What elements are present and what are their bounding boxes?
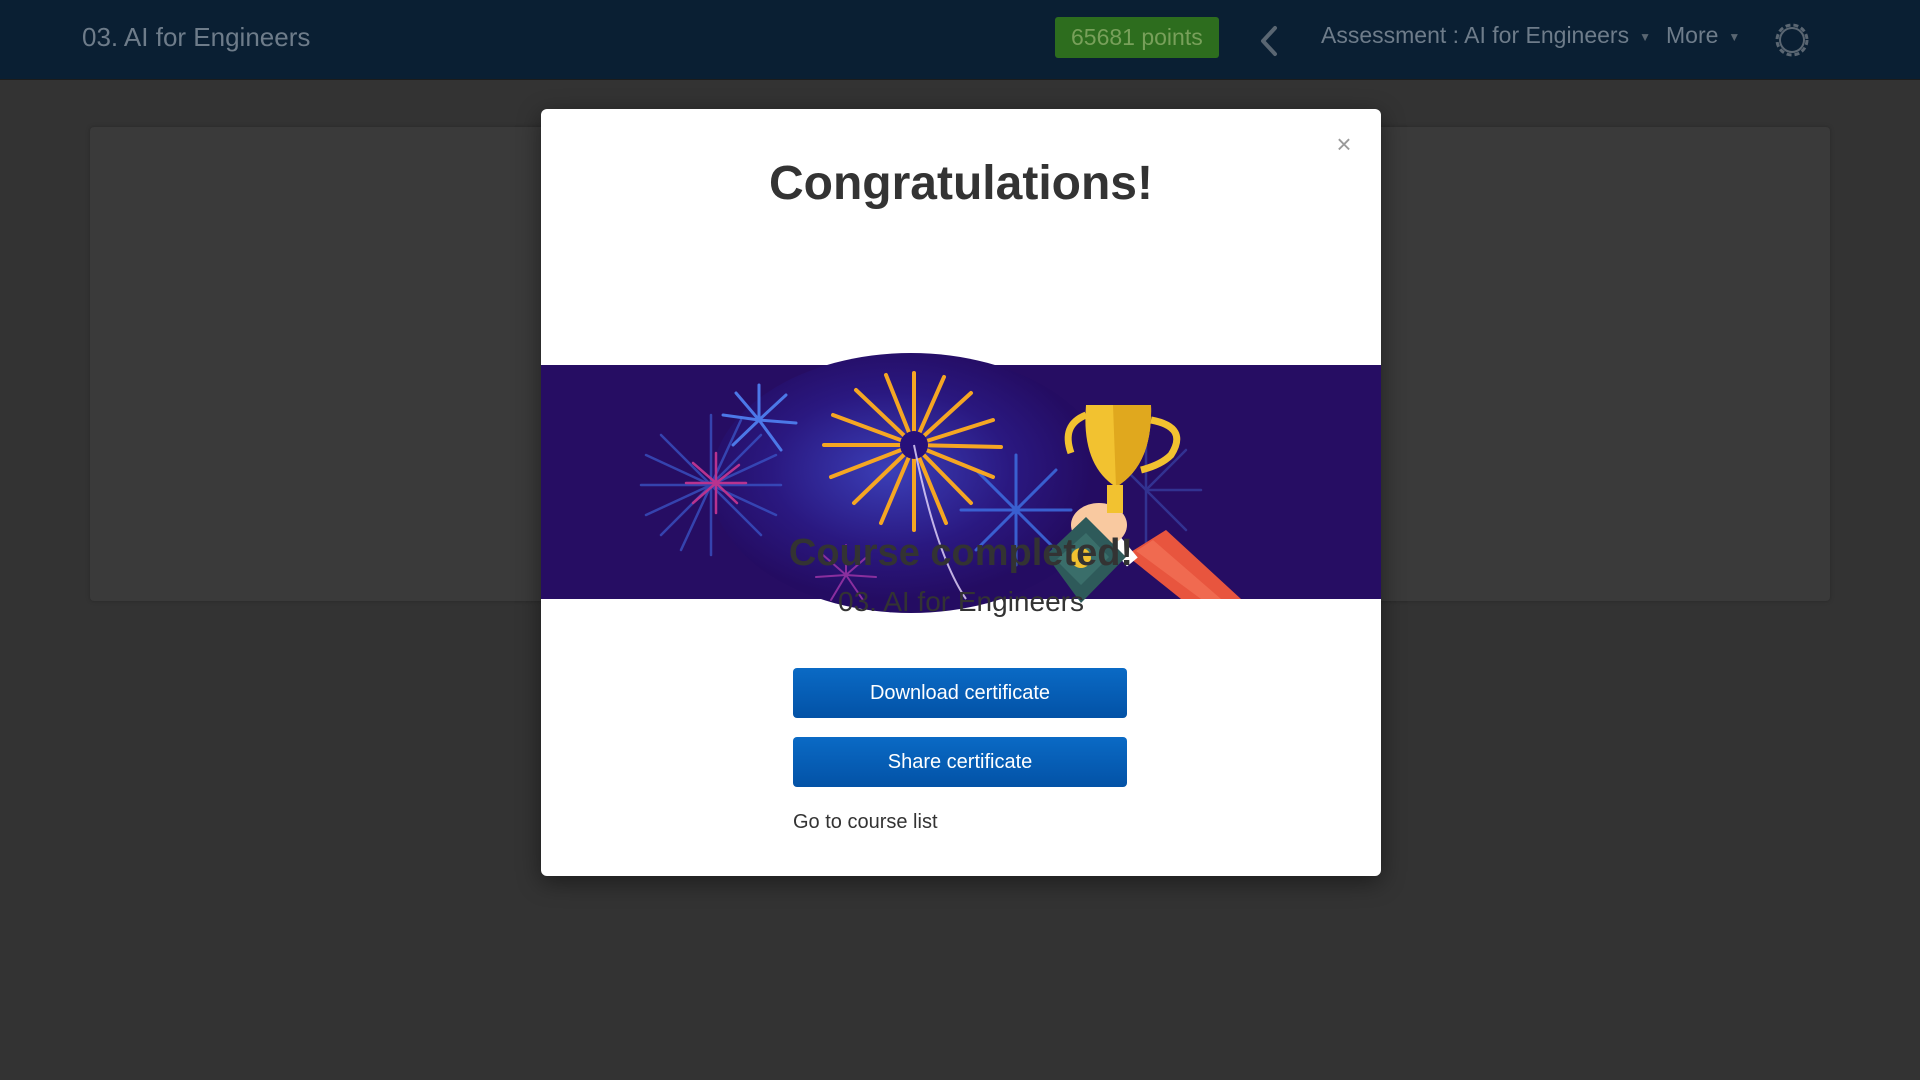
points-badge[interactable]: 65681 points xyxy=(1055,17,1219,58)
caret-down-icon: ▼ xyxy=(1639,29,1651,44)
chevron-left-icon[interactable] xyxy=(1255,24,1285,58)
go-to-course-list-link[interactable]: Go to course list xyxy=(793,811,938,834)
course-name: 03. AI for Engineers xyxy=(838,586,1084,617)
more-dropdown[interactable]: More ▼ xyxy=(1666,22,1740,49)
download-certificate-button[interactable]: Download certificate xyxy=(793,668,1127,718)
congratulations-modal: × Congratulations! Course completed! 03.… xyxy=(541,109,1381,876)
close-button[interactable]: × xyxy=(1329,129,1359,159)
modal-title: Congratulations! xyxy=(769,157,1153,210)
course-completed-heading: Course completed! xyxy=(788,532,1134,574)
gear-icon[interactable] xyxy=(1772,20,1812,60)
top-bar: 03. AI for Engineers 65681 points Assess… xyxy=(0,0,1920,80)
assessment-dropdown-label: Assessment : AI for Engineers xyxy=(1321,22,1630,48)
caret-down-icon: ▼ xyxy=(1728,29,1741,44)
more-dropdown-label: More xyxy=(1666,22,1719,48)
assessment-dropdown[interactable]: Assessment : AI for Engineers ▼ xyxy=(1321,22,1651,49)
course-title[interactable]: 03. AI for Engineers xyxy=(82,22,310,53)
fireworks-trophy-illustration xyxy=(541,255,1381,635)
share-certificate-button[interactable]: Share certificate xyxy=(793,737,1127,787)
